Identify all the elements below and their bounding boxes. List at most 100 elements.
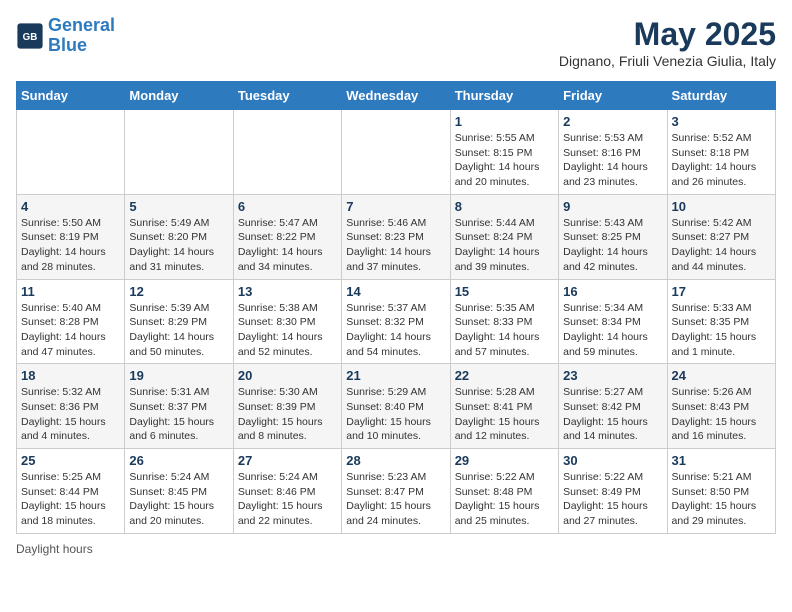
calendar-cell: 6 Sunrise: 5:47 AM Sunset: 8:22 PM Daylig… bbox=[233, 194, 341, 279]
calendar-cell: 21Sunrise: 5:29 AM Sunset: 8:40 PM Dayli… bbox=[342, 364, 450, 449]
calendar-cell bbox=[125, 110, 233, 195]
day-number: 29 bbox=[455, 453, 554, 468]
week-row-5: 25 Sunrise: 5:25 AM Sunset: 8:44 PM Dayli… bbox=[17, 449, 776, 534]
week-row-4: 18 Sunrise: 5:32 AM Sunset: 8:36 PM Dayli… bbox=[17, 364, 776, 449]
calendar-cell: 27 Sunrise: 5:24 AM Sunset: 8:46 PM Dayli… bbox=[233, 449, 341, 534]
day-number: 25 bbox=[21, 453, 120, 468]
calendar-cell: 30Sunrise: 5:22 AM Sunset: 8:49 PM Dayli… bbox=[559, 449, 667, 534]
day-info: Sunrise: 5:49 AM Sunset: 8:20 PM Dayligh… bbox=[129, 216, 228, 275]
title-area: May 2025 Dignano, Friuli Venezia Giulia,… bbox=[559, 16, 776, 69]
day-number: 27 bbox=[238, 453, 337, 468]
footer-note: Daylight hours bbox=[16, 542, 776, 556]
day-info: Sunrise: 5:53 AM Sunset: 8:16 PM Dayligh… bbox=[563, 131, 662, 190]
day-number: 21 bbox=[346, 368, 445, 383]
day-info: Sunrise: 5:24 AM Sunset: 8:46 PM Dayligh… bbox=[238, 470, 337, 529]
calendar-cell: 15Sunrise: 5:35 AM Sunset: 8:33 PM Dayli… bbox=[450, 279, 558, 364]
day-number: 13 bbox=[238, 284, 337, 299]
calendar-cell bbox=[233, 110, 341, 195]
day-info: Sunrise: 5:27 AM Sunset: 8:42 PM Dayligh… bbox=[563, 385, 662, 444]
day-number: 26 bbox=[129, 453, 228, 468]
calendar-cell: 16Sunrise: 5:34 AM Sunset: 8:34 PM Dayli… bbox=[559, 279, 667, 364]
day-number: 18 bbox=[21, 368, 120, 383]
weekday-header-monday: Monday bbox=[125, 82, 233, 110]
day-number: 9 bbox=[563, 199, 662, 214]
logo-icon: GB bbox=[16, 22, 44, 50]
day-info: Sunrise: 5:23 AM Sunset: 8:47 PM Dayligh… bbox=[346, 470, 445, 529]
week-row-2: 4 Sunrise: 5:50 AM Sunset: 8:19 PM Daylig… bbox=[17, 194, 776, 279]
day-info: Sunrise: 5:43 AM Sunset: 8:25 PM Dayligh… bbox=[563, 216, 662, 275]
calendar-cell: 5 Sunrise: 5:49 AM Sunset: 8:20 PM Daylig… bbox=[125, 194, 233, 279]
day-number: 10 bbox=[672, 199, 771, 214]
weekday-row: SundayMondayTuesdayWednesdayThursdayFrid… bbox=[17, 82, 776, 110]
header: GB General Blue May 2025 Dignano, Friuli… bbox=[16, 16, 776, 69]
calendar-cell: 20Sunrise: 5:30 AM Sunset: 8:39 PM Dayli… bbox=[233, 364, 341, 449]
day-info: Sunrise: 5:34 AM Sunset: 8:34 PM Dayligh… bbox=[563, 301, 662, 360]
day-number: 24 bbox=[672, 368, 771, 383]
day-info: Sunrise: 5:22 AM Sunset: 8:49 PM Dayligh… bbox=[563, 470, 662, 529]
calendar-cell: 12 Sunrise: 5:39 AM Sunset: 8:29 PM Dayli… bbox=[125, 279, 233, 364]
day-number: 28 bbox=[346, 453, 445, 468]
day-number: 8 bbox=[455, 199, 554, 214]
day-number: 11 bbox=[21, 284, 120, 299]
day-number: 17 bbox=[672, 284, 771, 299]
calendar-cell: 22 Sunrise: 5:28 AM Sunset: 8:41 PM Dayli… bbox=[450, 364, 558, 449]
day-info: Sunrise: 5:42 AM Sunset: 8:27 PM Dayligh… bbox=[672, 216, 771, 275]
day-info: Sunrise: 5:39 AM Sunset: 8:29 PM Dayligh… bbox=[129, 301, 228, 360]
calendar-cell: 8 Sunrise: 5:44 AM Sunset: 8:24 PM Daylig… bbox=[450, 194, 558, 279]
day-number: 12 bbox=[129, 284, 228, 299]
weekday-header-wednesday: Wednesday bbox=[342, 82, 450, 110]
day-number: 6 bbox=[238, 199, 337, 214]
calendar-cell: 3Sunrise: 5:52 AM Sunset: 8:18 PM Daylig… bbox=[667, 110, 775, 195]
calendar-cell: 17 Sunrise: 5:33 AM Sunset: 8:35 PM Dayli… bbox=[667, 279, 775, 364]
day-number: 5 bbox=[129, 199, 228, 214]
day-number: 4 bbox=[21, 199, 120, 214]
calendar-cell: 19Sunrise: 5:31 AM Sunset: 8:37 PM Dayli… bbox=[125, 364, 233, 449]
week-row-3: 11 Sunrise: 5:40 AM Sunset: 8:28 PM Dayli… bbox=[17, 279, 776, 364]
page-title: May 2025 bbox=[559, 16, 776, 53]
day-info: Sunrise: 5:38 AM Sunset: 8:30 PM Dayligh… bbox=[238, 301, 337, 360]
calendar-cell: 13 Sunrise: 5:38 AM Sunset: 8:30 PM Dayli… bbox=[233, 279, 341, 364]
day-info: Sunrise: 5:32 AM Sunset: 8:36 PM Dayligh… bbox=[21, 385, 120, 444]
svg-text:GB: GB bbox=[23, 32, 38, 43]
calendar-cell: 28 Sunrise: 5:23 AM Sunset: 8:47 PM Dayli… bbox=[342, 449, 450, 534]
day-number: 31 bbox=[672, 453, 771, 468]
day-number: 15 bbox=[455, 284, 554, 299]
logo: GB General Blue bbox=[16, 16, 115, 56]
page-subtitle: Dignano, Friuli Venezia Giulia, Italy bbox=[559, 53, 776, 69]
day-number: 20 bbox=[238, 368, 337, 383]
logo-text: General Blue bbox=[48, 16, 115, 56]
day-info: Sunrise: 5:31 AM Sunset: 8:37 PM Dayligh… bbox=[129, 385, 228, 444]
calendar-table: SundayMondayTuesdayWednesdayThursdayFrid… bbox=[16, 81, 776, 534]
day-info: Sunrise: 5:44 AM Sunset: 8:24 PM Dayligh… bbox=[455, 216, 554, 275]
day-number: 2 bbox=[563, 114, 662, 129]
weekday-header-thursday: Thursday bbox=[450, 82, 558, 110]
weekday-header-sunday: Sunday bbox=[17, 82, 125, 110]
calendar-cell: 11 Sunrise: 5:40 AM Sunset: 8:28 PM Dayli… bbox=[17, 279, 125, 364]
calendar-cell: 14Sunrise: 5:37 AM Sunset: 8:32 PM Dayli… bbox=[342, 279, 450, 364]
day-number: 22 bbox=[455, 368, 554, 383]
day-info: Sunrise: 5:52 AM Sunset: 8:18 PM Dayligh… bbox=[672, 131, 771, 190]
day-info: Sunrise: 5:47 AM Sunset: 8:22 PM Dayligh… bbox=[238, 216, 337, 275]
weekday-header-saturday: Saturday bbox=[667, 82, 775, 110]
weekday-header-tuesday: Tuesday bbox=[233, 82, 341, 110]
day-number: 1 bbox=[455, 114, 554, 129]
calendar-cell: 7Sunrise: 5:46 AM Sunset: 8:23 PM Daylig… bbox=[342, 194, 450, 279]
day-info: Sunrise: 5:40 AM Sunset: 8:28 PM Dayligh… bbox=[21, 301, 120, 360]
calendar-cell: 31 Sunrise: 5:21 AM Sunset: 8:50 PM Dayli… bbox=[667, 449, 775, 534]
day-info: Sunrise: 5:37 AM Sunset: 8:32 PM Dayligh… bbox=[346, 301, 445, 360]
calendar-cell: 18 Sunrise: 5:32 AM Sunset: 8:36 PM Dayli… bbox=[17, 364, 125, 449]
calendar-cell: 4 Sunrise: 5:50 AM Sunset: 8:19 PM Daylig… bbox=[17, 194, 125, 279]
day-info: Sunrise: 5:21 AM Sunset: 8:50 PM Dayligh… bbox=[672, 470, 771, 529]
calendar-cell: 2 Sunrise: 5:53 AM Sunset: 8:16 PM Daylig… bbox=[559, 110, 667, 195]
day-info: Sunrise: 5:22 AM Sunset: 8:48 PM Dayligh… bbox=[455, 470, 554, 529]
day-info: Sunrise: 5:50 AM Sunset: 8:19 PM Dayligh… bbox=[21, 216, 120, 275]
day-info: Sunrise: 5:28 AM Sunset: 8:41 PM Dayligh… bbox=[455, 385, 554, 444]
week-row-1: 1Sunrise: 5:55 AM Sunset: 8:15 PM Daylig… bbox=[17, 110, 776, 195]
day-info: Sunrise: 5:33 AM Sunset: 8:35 PM Dayligh… bbox=[672, 301, 771, 360]
calendar-cell: 29 Sunrise: 5:22 AM Sunset: 8:48 PM Dayli… bbox=[450, 449, 558, 534]
calendar-header: SundayMondayTuesdayWednesdayThursdayFrid… bbox=[17, 82, 776, 110]
day-info: Sunrise: 5:25 AM Sunset: 8:44 PM Dayligh… bbox=[21, 470, 120, 529]
calendar-cell: 10 Sunrise: 5:42 AM Sunset: 8:27 PM Dayli… bbox=[667, 194, 775, 279]
calendar-cell: 24Sunrise: 5:26 AM Sunset: 8:43 PM Dayli… bbox=[667, 364, 775, 449]
day-info: Sunrise: 5:46 AM Sunset: 8:23 PM Dayligh… bbox=[346, 216, 445, 275]
